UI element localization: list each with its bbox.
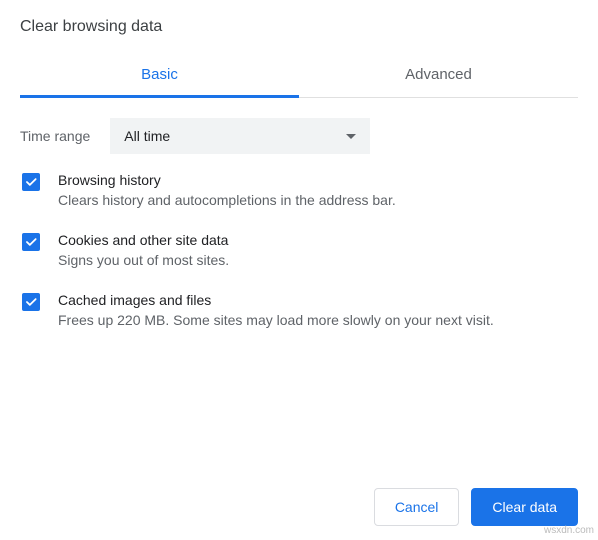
- option-cache: Cached images and files Frees up 220 MB.…: [22, 292, 578, 328]
- option-description: Signs you out of most sites.: [58, 252, 229, 268]
- check-icon: [24, 235, 38, 249]
- option-title: Cookies and other site data: [58, 232, 229, 248]
- time-range-select[interactable]: All time: [110, 118, 370, 154]
- option-description: Clears history and autocompletions in th…: [58, 192, 396, 208]
- tab-basic[interactable]: Basic: [20, 54, 299, 97]
- time-range-value: All time: [124, 128, 170, 144]
- option-title: Cached images and files: [58, 292, 494, 308]
- checkbox-cookies[interactable]: [22, 233, 40, 251]
- options-list: Browsing history Clears history and auto…: [20, 172, 578, 328]
- check-icon: [24, 295, 38, 309]
- tabs: Basic Advanced: [20, 54, 578, 98]
- option-cookies: Cookies and other site data Signs you ou…: [22, 232, 578, 268]
- time-range-label: Time range: [20, 128, 90, 144]
- checkbox-cache[interactable]: [22, 293, 40, 311]
- watermark: wsxdn.com: [544, 525, 594, 536]
- dialog-footer: Cancel Clear data: [374, 488, 578, 526]
- time-range-row: Time range All time: [20, 118, 578, 154]
- option-browsing-history: Browsing history Clears history and auto…: [22, 172, 578, 208]
- checkbox-browsing-history[interactable]: [22, 173, 40, 191]
- clear-data-button[interactable]: Clear data: [471, 488, 578, 526]
- chevron-down-icon: [346, 134, 356, 139]
- check-icon: [24, 175, 38, 189]
- cancel-button[interactable]: Cancel: [374, 488, 460, 526]
- option-title: Browsing history: [58, 172, 396, 188]
- tab-advanced[interactable]: Advanced: [299, 54, 578, 97]
- option-description: Frees up 220 MB. Some sites may load mor…: [58, 312, 494, 328]
- dialog-title: Clear browsing data: [20, 18, 578, 36]
